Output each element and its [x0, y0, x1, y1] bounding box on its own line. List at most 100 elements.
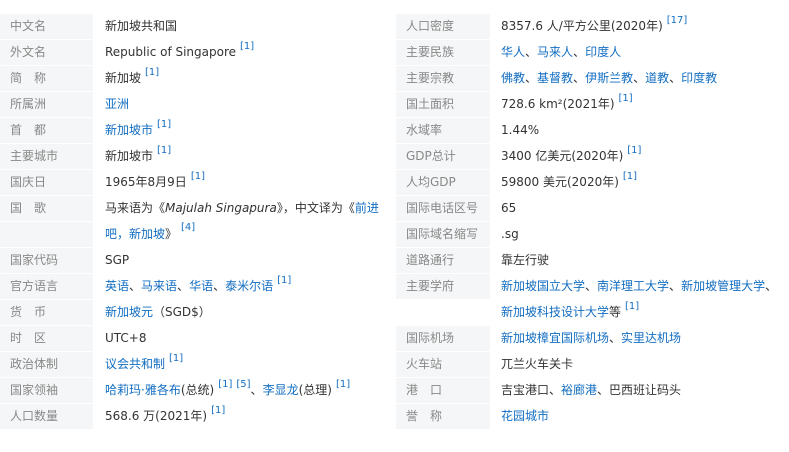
- row-land-area: 国土面积 728.6 km²(2021年) [1]: [395, 92, 789, 118]
- reference-link[interactable]: [1]: [627, 145, 641, 156]
- reference-link[interactable]: [1]: [157, 119, 171, 130]
- label-gdp-per-capita: 人均GDP: [396, 170, 490, 195]
- religion-link-islam[interactable]: 伊斯兰教: [585, 71, 633, 85]
- reference-link[interactable]: [5]: [236, 379, 250, 390]
- value-official-language: 英语、马来语、华语、泰米尔语 [1]: [105, 274, 291, 299]
- currency-link[interactable]: 新加坡元: [105, 305, 153, 319]
- religion-link-taoism[interactable]: 道教: [645, 71, 669, 85]
- row-tld: 国际域名缩写 .sg: [395, 222, 789, 248]
- leader-role-prime-minister: (总理): [298, 383, 332, 397]
- ethnic-link-indian[interactable]: 印度人: [585, 45, 621, 59]
- value-nickname: 花园城市: [501, 404, 549, 429]
- reference-link[interactable]: [4]: [181, 222, 195, 233]
- national-day-text: 1965年8月9日: [105, 175, 187, 189]
- label-religions: 主要宗教: [396, 66, 490, 91]
- anthem-malay-title: Majulah Singapura: [165, 201, 277, 215]
- label-gdp-total: GDP总计: [396, 144, 490, 169]
- reference-link[interactable]: [1]: [336, 379, 350, 390]
- value-leaders: 哈莉玛·雅各布(总统) [1] [5]、李显龙(总理) [1]: [105, 378, 350, 403]
- row-dialing-code: 国际电话区号 65: [395, 196, 789, 222]
- separator: 、: [765, 279, 778, 293]
- row-population: 人口数量 568.6 万(2021年) [1]: [0, 404, 394, 430]
- anthem-chinese-link-part1[interactable]: 前进: [355, 201, 379, 215]
- value-gdp-per-capita: 59800 美元(2020年) [1]: [501, 170, 637, 195]
- row-religions: 主要宗教 佛教、基督教、伊斯兰教、道教、印度教: [395, 66, 789, 92]
- reference-link[interactable]: [1]: [277, 275, 291, 286]
- separator: 、: [573, 71, 586, 85]
- leader-link-president[interactable]: 哈莉玛·雅各布: [105, 383, 181, 397]
- university-link-nus[interactable]: 新加坡国立大学: [501, 279, 585, 293]
- label-train-station: 火车站: [396, 352, 490, 377]
- religion-link-buddhism[interactable]: 佛教: [501, 71, 525, 85]
- language-link-english[interactable]: 英语: [105, 279, 129, 293]
- label-dialing-code: 国际电话区号: [396, 196, 490, 221]
- reference-link[interactable]: [1]: [623, 171, 637, 182]
- language-link-tamil[interactable]: 泰米尔语: [225, 279, 273, 293]
- reference-link[interactable]: [1]: [240, 41, 254, 52]
- value-driving: 靠左行驶: [501, 253, 550, 267]
- university-link-smu[interactable]: 新加坡管理大学: [681, 279, 765, 293]
- religion-link-christianity[interactable]: 基督教: [537, 71, 573, 85]
- label-chinese-name: 中文名: [0, 14, 93, 39]
- label-anthem-continued: [0, 222, 93, 247]
- row-ports: 港 口 吉宝港口、裕廊港、巴西班让码头: [395, 378, 789, 404]
- label-national-day: 国庆日: [0, 170, 93, 195]
- ethnic-link-malay[interactable]: 马来人: [537, 45, 573, 59]
- value-airports: 新加坡樟宜国际机场、实里达机场: [501, 326, 681, 351]
- row-train-station: 火车站 兀兰火车关卡: [395, 352, 789, 378]
- row-official-language: 官方语言 英语、马来语、华语、泰米尔语 [1]: [0, 274, 394, 300]
- separator: 、: [250, 383, 263, 397]
- capital-link[interactable]: 新加坡市: [105, 123, 153, 137]
- reference-link[interactable]: [1]: [619, 93, 633, 104]
- row-capital: 首 都 新加坡市 [1]: [0, 118, 394, 144]
- separator: 、: [573, 45, 586, 59]
- reference-link[interactable]: [1]: [169, 353, 183, 364]
- major-city-text: 新加坡市: [105, 149, 154, 163]
- reference-link[interactable]: [1]: [157, 145, 171, 156]
- row-time-zone: 时 区 UTC+8: [0, 326, 394, 352]
- ports-suffix: 、巴西班让码头: [597, 383, 682, 397]
- reference-link[interactable]: [1]: [625, 301, 639, 312]
- row-ethnic-groups: 主要民族 华人、马来人、印度人: [395, 40, 789, 66]
- label-population-density: 人口密度: [396, 14, 490, 39]
- row-airports: 国际机场 新加坡樟宜国际机场、实里达机场: [395, 326, 789, 352]
- row-continent: 所属洲 亚洲: [0, 92, 394, 118]
- continent-link[interactable]: 亚洲: [105, 97, 129, 111]
- ethnic-link-chinese[interactable]: 华人: [501, 45, 525, 59]
- label-nickname: 誉 称: [396, 404, 490, 429]
- university-link-ntu[interactable]: 南洋理工大学: [597, 279, 669, 293]
- label-country-code: 国家代码: [0, 248, 93, 273]
- religion-link-hinduism[interactable]: 印度教: [681, 71, 717, 85]
- label-airports: 国际机场: [396, 326, 490, 351]
- value-dialing-code: 65: [501, 201, 517, 215]
- university-link-sutd[interactable]: 新加坡科技设计大学: [501, 305, 609, 319]
- nickname-link[interactable]: 花园城市: [501, 409, 549, 423]
- value-ports: 吉宝港口、裕廊港、巴西班让码头: [501, 378, 681, 403]
- leader-link-prime-minister[interactable]: 李显龙: [263, 383, 299, 397]
- anthem-chinese-link-part2[interactable]: 吧，新加坡: [105, 227, 165, 241]
- row-gdp-per-capita: 人均GDP 59800 美元(2020年) [1]: [395, 170, 789, 196]
- reference-link[interactable]: [1]: [191, 171, 205, 182]
- row-political-system: 政治体制 议会共和制 [1]: [0, 352, 394, 378]
- port-link-jurong[interactable]: 裕廊港: [561, 383, 597, 397]
- label-driving: 道路通行: [396, 248, 490, 273]
- reference-link[interactable]: [1]: [218, 379, 232, 390]
- language-link-malay[interactable]: 马来语: [141, 279, 177, 293]
- label-population: 人口数量: [0, 404, 93, 429]
- language-link-chinese[interactable]: 华语: [189, 279, 213, 293]
- separator: 、: [585, 279, 598, 293]
- value-short-name: 新加坡 [1]: [105, 66, 159, 91]
- separator: 、: [129, 279, 142, 293]
- anthem-mid: 》，中文译为《: [276, 201, 355, 215]
- political-system-link[interactable]: 议会共和制: [105, 357, 165, 371]
- label-official-language: 官方语言: [0, 274, 93, 299]
- label-short-name: 简 称: [0, 66, 93, 91]
- reference-link[interactable]: [17]: [667, 15, 688, 26]
- population-density-text: 8357.6 人/平方公里(2020年): [501, 19, 663, 33]
- row-foreign-name: 外文名 Republic of Singapore [1]: [0, 40, 394, 66]
- reference-link[interactable]: [1]: [211, 405, 225, 416]
- value-tld: .sg: [501, 227, 519, 241]
- airport-link-changi[interactable]: 新加坡樟宜国际机场: [501, 331, 609, 345]
- reference-link[interactable]: [1]: [145, 67, 159, 78]
- airport-link-seletar[interactable]: 实里达机场: [621, 331, 681, 345]
